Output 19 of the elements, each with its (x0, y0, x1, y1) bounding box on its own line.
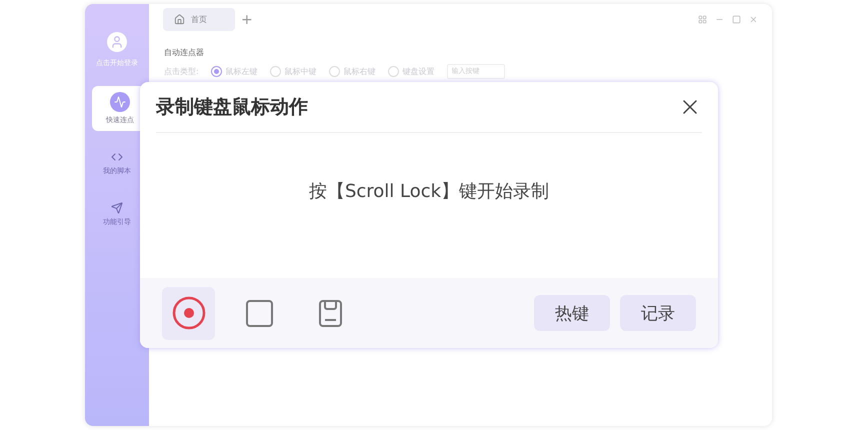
close-icon[interactable] (749, 15, 758, 24)
dialog-button[interactable]: 热键 (534, 295, 610, 331)
maximize-icon[interactable] (732, 15, 741, 24)
dialog-button[interactable]: 记录 (620, 295, 696, 331)
dialog-title: 录制键盘鼠标动作 (156, 95, 308, 120)
record-icon (172, 296, 206, 330)
grid-icon[interactable] (698, 15, 707, 24)
stop-icon (246, 300, 273, 326)
user-avatar-icon[interactable] (107, 32, 127, 52)
add-tab-button[interactable]: + (241, 12, 253, 28)
section-title: 自动连点器 (164, 47, 205, 58)
dialog-message: 按【Scroll Lock】键开始录制 (308, 180, 550, 202)
activity-icon (110, 92, 130, 112)
tab[interactable]: 首页 (163, 8, 235, 31)
home-icon (174, 14, 185, 25)
send-icon (111, 202, 123, 214)
record-button[interactable] (162, 286, 215, 340)
save-icon (319, 300, 342, 326)
code-icon (111, 151, 123, 163)
